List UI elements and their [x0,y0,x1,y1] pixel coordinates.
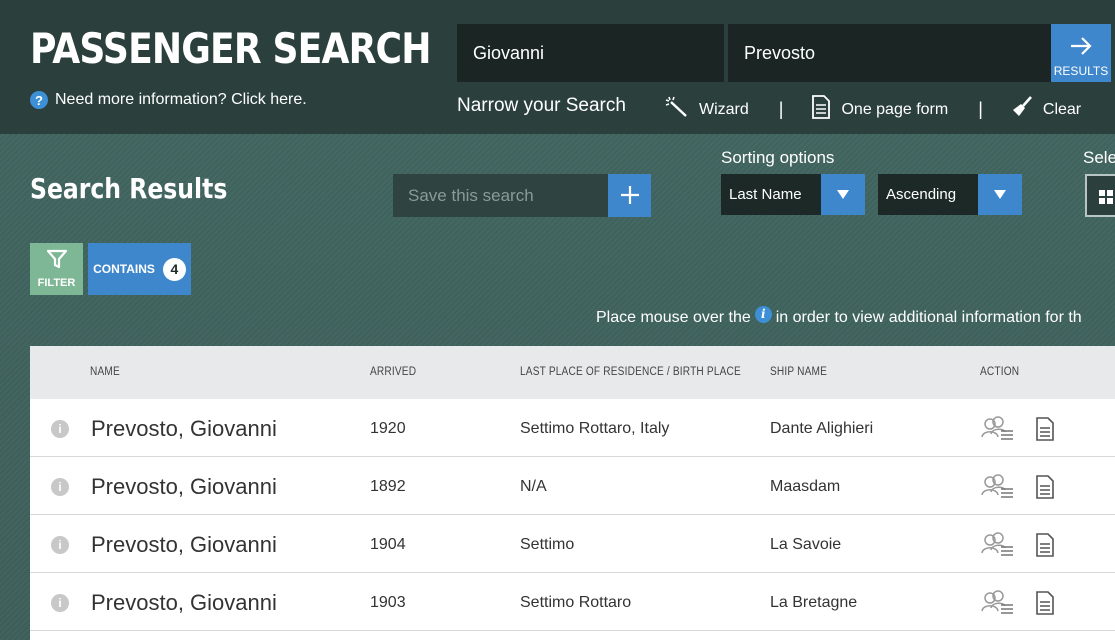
search-results-heading: Search Results [30,172,228,205]
sort-field-select[interactable]: Last Name [721,174,865,215]
info-icon[interactable]: i [51,594,69,612]
passenger-name[interactable]: Prevosto, Giovanni [91,590,277,616]
broom-icon [1011,96,1033,123]
table-header: NAME ARRIVED LAST PLACE OF RESIDENCE / B… [30,346,1115,399]
save-search-input[interactable] [393,174,608,217]
one-page-form-button[interactable]: One page form [811,95,948,124]
hint-text-before: Place mouse over the [596,309,751,326]
document-icon[interactable] [1035,591,1055,620]
table-row: i Prevosto, Giovanni 1904 Settimo La Sav… [30,515,1115,573]
passengers-icon[interactable] [980,531,1014,562]
help-text: Need more information? Click here. [55,91,307,108]
clear-label: Clear [1042,100,1082,118]
ship-name: Maasdam [770,478,841,495]
sort-field-value: Last Name [729,186,802,203]
clear-button[interactable]: Clear [1011,96,1081,123]
sort-order-select[interactable]: Ascending [878,174,1022,215]
sorting-options-label: Sorting options [721,148,835,167]
document-icon[interactable] [1035,533,1055,562]
residence-place: Settimo Rottaro, Italy [520,420,670,437]
page-title: PASSENGER SEARCH [30,24,431,73]
wand-icon [665,96,689,123]
select-view-label: Sele [1083,148,1115,167]
residence-place: Settimo [520,536,575,553]
document-icon [811,95,831,124]
residence-place: N/A [520,478,547,495]
filter-label: FILTER [37,277,76,289]
passenger-name[interactable]: Prevosto, Giovanni [91,474,277,500]
document-icon[interactable] [1035,475,1055,504]
arrival-year: 1904 [370,536,406,553]
first-name-input[interactable] [457,24,724,82]
wizard-label: Wizard [699,100,749,118]
toolbar-separator: | [778,99,784,119]
arrow-right-icon [1069,34,1093,60]
help-icon: ? [30,91,48,109]
contains-label: CONTAINS [93,262,155,276]
info-icon[interactable]: i [51,478,69,496]
plus-icon [620,179,640,213]
column-header-action: ACTION [980,366,1020,378]
ship-name: La Bretagne [770,594,858,611]
results-label: RESULTS [1053,64,1109,78]
contains-count-badge: 4 [162,257,186,281]
passengers-icon[interactable] [980,415,1014,446]
save-search-button[interactable] [608,174,651,217]
ship-name: Dante Alighieri [770,420,874,437]
hint-text-after: in order to view additional information … [775,309,1082,326]
filter-button[interactable]: FILTER [30,243,83,295]
column-header-arrived[interactable]: ARRIVED [370,366,416,378]
document-icon[interactable] [1035,417,1055,446]
arrival-year: 1920 [370,420,406,437]
passengers-icon[interactable] [980,589,1014,620]
narrow-search-label: Narrow your Search [457,95,626,116]
chevron-down-icon [978,174,1022,215]
header: PASSENGER SEARCH ? Need more information… [0,0,1115,134]
passenger-name[interactable]: Prevosto, Giovanni [91,532,277,558]
toolbar-separator: | [978,99,983,119]
last-name-input[interactable] [728,24,1051,82]
one-page-form-label: One page form [841,100,949,118]
passengers-icon[interactable] [980,473,1014,504]
wizard-button[interactable]: Wizard [665,96,749,123]
chevron-down-icon [821,174,865,215]
info-icon[interactable]: i [51,536,69,554]
grid-view-button[interactable] [1085,174,1115,217]
arrival-year: 1903 [370,594,406,611]
results-table: NAME ARRIVED LAST PLACE OF RESIDENCE / B… [30,346,1115,640]
arrival-year: 1892 [370,478,406,495]
contains-filter-button[interactable]: CONTAINS 4 [88,243,191,295]
residence-place: Settimo Rottaro [520,594,632,611]
results-button[interactable]: RESULTS [1051,24,1111,82]
info-icon: i [754,305,772,323]
help-link[interactable]: ? Need more information? Click here. [30,91,307,109]
sort-order-value: Ascending [886,186,957,203]
info-hint: Place mouse over the i in order to view … [596,305,1082,327]
table-row: i Prevosto, Giovanni 1920 Settimo Rottar… [30,399,1115,457]
search-toolbar: Wizard | One page form | Clear [665,95,1081,124]
column-header-ship[interactable]: SHIP NAME [770,366,827,378]
table-row: i Prevosto, Giovanni 1892 N/A Maasdam [30,457,1115,515]
passenger-name[interactable]: Prevosto, Giovanni [91,416,277,442]
ship-name: La Savoie [770,536,842,553]
column-header-name[interactable]: NAME [90,366,120,378]
column-header-place[interactable]: LAST PLACE OF RESIDENCE / BIRTH PLACE [520,366,741,378]
filter-icon [46,249,67,274]
info-icon[interactable]: i [51,420,69,438]
table-row: i Prevosto, Giovanni 1903 Settimo Rottar… [30,573,1115,631]
